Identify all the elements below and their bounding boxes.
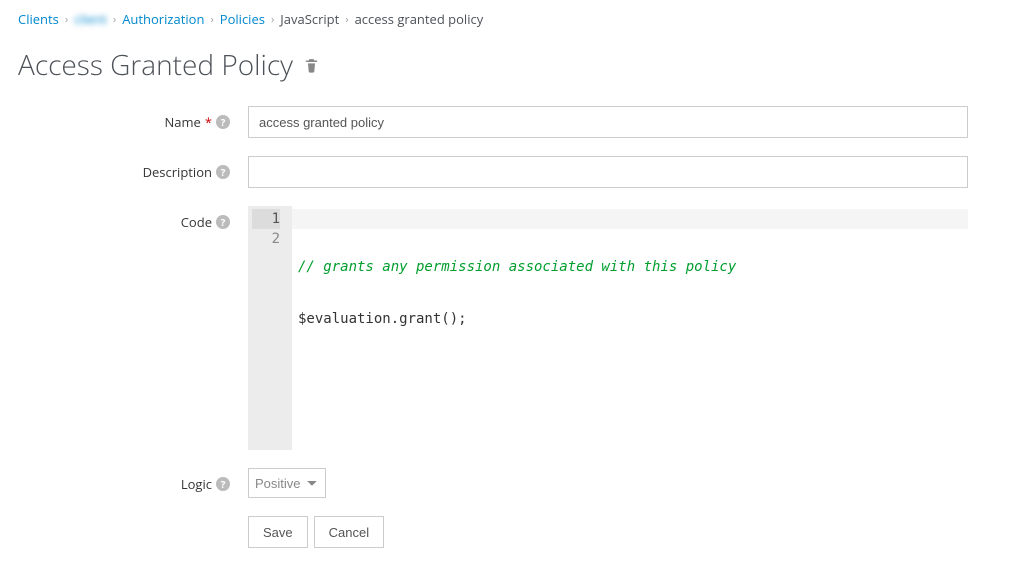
chevron-right-icon: ›: [113, 12, 116, 27]
trash-icon[interactable]: [303, 57, 320, 74]
form-row-code: Code ? 1 2 // grants any permission asso…: [58, 206, 1006, 450]
name-input[interactable]: [248, 106, 968, 138]
line-number: 1: [252, 209, 280, 229]
code-line-2: $evaluation.grant();: [298, 311, 467, 327]
policy-form: Name * ? Description ? Code ? 1 2: [18, 106, 1006, 548]
description-input[interactable]: [248, 156, 968, 188]
help-icon[interactable]: ?: [216, 477, 230, 491]
code-gutter: 1 2: [248, 206, 292, 450]
chevron-right-icon: ›: [345, 12, 348, 27]
form-row-logic: Logic ? Positive: [58, 468, 1006, 498]
code-editor[interactable]: 1 2 // grants any permission associated …: [248, 206, 968, 450]
help-icon[interactable]: ?: [216, 165, 230, 179]
name-label-wrap: Name * ?: [58, 106, 248, 131]
description-label-wrap: Description ?: [58, 156, 248, 181]
name-label: Name: [164, 113, 200, 131]
breadcrumb: Clients › client › Authorization › Polic…: [18, 0, 1006, 40]
breadcrumb-clients[interactable]: Clients: [18, 10, 59, 28]
code-label-wrap: Code ?: [58, 206, 248, 231]
line-number: 2: [252, 229, 280, 249]
breadcrumb-current: access granted policy: [355, 10, 484, 28]
required-indicator: *: [205, 113, 212, 131]
breadcrumb-authorization[interactable]: Authorization: [122, 10, 204, 28]
form-row-name: Name * ?: [58, 106, 1006, 138]
chevron-right-icon: ›: [210, 12, 213, 27]
help-icon[interactable]: ?: [216, 115, 230, 129]
breadcrumb-javascript: JavaScript: [280, 10, 339, 28]
cancel-button[interactable]: Cancel: [314, 516, 384, 548]
code-line-1: // grants any permission associated with…: [298, 259, 736, 275]
save-button[interactable]: Save: [248, 516, 308, 548]
breadcrumb-policies[interactable]: Policies: [220, 10, 265, 28]
logic-label-wrap: Logic ?: [58, 468, 248, 493]
page-title: Access Granted Policy: [18, 46, 293, 84]
form-row-buttons: Save Cancel: [58, 516, 1006, 548]
logic-select[interactable]: Positive: [248, 468, 326, 498]
code-body[interactable]: // grants any permission associated with…: [292, 206, 968, 450]
description-label: Description: [143, 163, 212, 181]
breadcrumb-client-name[interactable]: client: [74, 10, 107, 28]
logic-label: Logic: [181, 475, 212, 493]
help-icon[interactable]: ?: [216, 215, 230, 229]
active-line-highlight: [292, 209, 968, 229]
chevron-right-icon: ›: [65, 12, 68, 27]
form-row-description: Description ?: [58, 156, 1006, 188]
page-title-row: Access Granted Policy: [18, 40, 1006, 106]
chevron-right-icon: ›: [271, 12, 274, 27]
code-label: Code: [181, 213, 212, 231]
